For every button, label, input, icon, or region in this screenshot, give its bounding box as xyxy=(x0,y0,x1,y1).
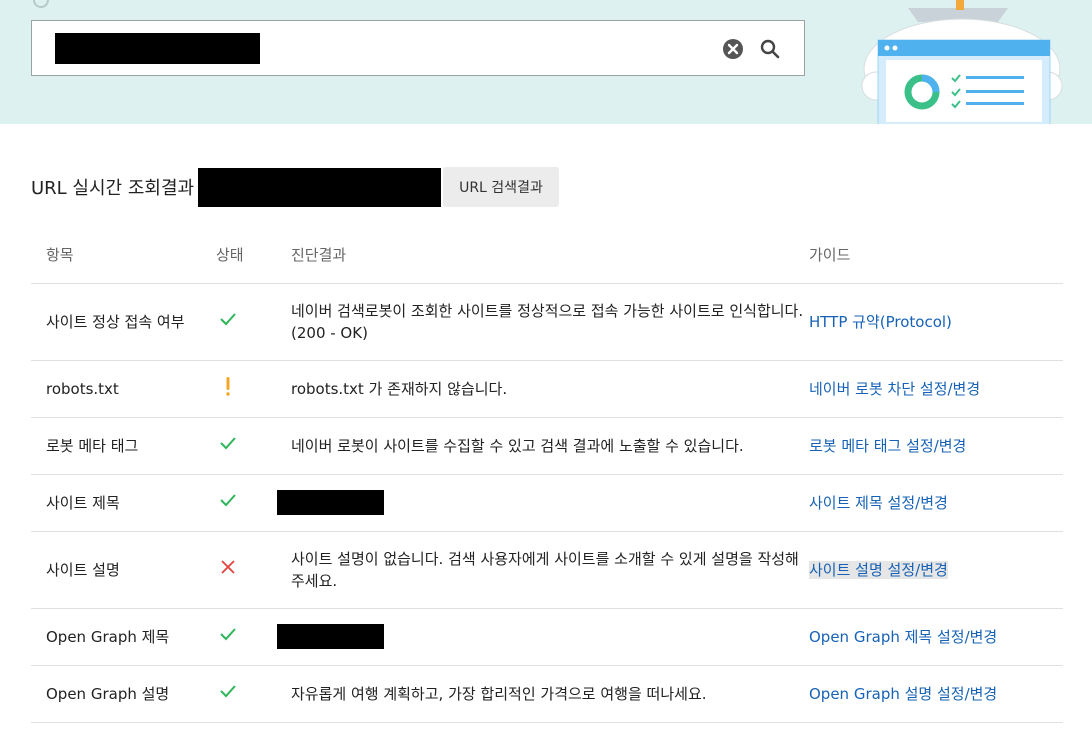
check-icon xyxy=(216,433,240,459)
item-label: Open Graph 설명 xyxy=(31,665,216,723)
check-icon xyxy=(216,681,240,707)
item-label: 로봇 메타 태그 xyxy=(31,417,216,475)
guide-link[interactable]: 사이트 제목 설정/변경 xyxy=(809,494,948,512)
guide-link[interactable]: Open Graph 제목 설정/변경 xyxy=(809,628,997,646)
header-result: 진단결과 xyxy=(291,226,809,284)
redacted-search-value xyxy=(55,33,260,64)
table-row: Open Graph 제목 Open Graph 제목 설정/변경 xyxy=(31,608,1063,666)
check-icon xyxy=(216,624,240,650)
results-table: 항목 상태 진단결과 가이드 사이트 정상 접속 여부 네이버 검색로봇이 조회… xyxy=(31,226,1063,723)
redacted-url xyxy=(198,167,442,207)
guide-link[interactable]: 로봇 메타 태그 설정/변경 xyxy=(809,437,966,455)
page-title: URL 실시간 조회결과 xyxy=(31,178,195,199)
redacted-og-title xyxy=(277,624,384,649)
warning-icon xyxy=(216,376,240,402)
url-search-results-button[interactable]: URL 검색결과 xyxy=(443,167,559,207)
header-item: 항목 xyxy=(31,226,216,284)
monitor-illustration xyxy=(858,0,1068,124)
check-icon xyxy=(216,490,240,516)
result-text xyxy=(277,474,809,532)
results-header: URL 실시간 조회결과 URL 검색결과 xyxy=(31,166,559,208)
guide-link[interactable]: 사이트 설명 설정/변경 xyxy=(809,560,948,579)
hero-banner xyxy=(0,0,1092,124)
redacted-site-title xyxy=(277,490,384,515)
table-row: 로봇 메타 태그 네이버 로봇이 사이트를 수집할 수 있고 검색 결과에 노출… xyxy=(31,417,1063,475)
table-row: Open Graph 설명 자유롭게 여행 계획하고, 가장 합리적인 가격으로… xyxy=(31,665,1063,723)
table-row: robots.txt robots.txt 가 존재하지 않습니다. 네이버 로… xyxy=(31,360,1063,418)
result-text: robots.txt 가 존재하지 않습니다. xyxy=(291,360,809,418)
decorative-circle xyxy=(33,0,49,8)
result-text: 자유롭게 여행 계획하고, 가장 합리적인 가격으로 여행을 떠나세요. xyxy=(291,665,809,723)
clear-icon[interactable] xyxy=(723,39,743,59)
item-label: 사이트 설명 xyxy=(31,531,216,609)
guide-link[interactable]: Open Graph 설명 설정/변경 xyxy=(809,685,997,703)
header-guide: 가이드 xyxy=(809,226,1063,284)
table-header-row: 항목 상태 진단결과 가이드 xyxy=(31,226,1063,284)
result-text: 사이트 설명이 없습니다. 검색 사용자에게 사이트를 소개할 수 있게 설명을… xyxy=(291,531,809,609)
item-label: robots.txt xyxy=(31,360,216,418)
search-box[interactable] xyxy=(31,20,805,76)
item-label: 사이트 제목 xyxy=(31,474,216,532)
table-row: 사이트 제목 사이트 제목 설정/변경 xyxy=(31,474,1063,532)
table-row: 사이트 설명 사이트 설명이 없습니다. 검색 사용자에게 사이트를 소개할 수… xyxy=(31,531,1063,609)
guide-link[interactable]: HTTP 규약(Protocol) xyxy=(809,313,952,331)
x-icon xyxy=(216,557,240,583)
table-row: 사이트 정상 접속 여부 네이버 검색로봇이 조회한 사이트를 정상적으로 접속… xyxy=(31,283,1063,361)
guide-link[interactable]: 네이버 로봇 차단 설정/변경 xyxy=(809,380,980,398)
item-label: 사이트 정상 접속 여부 xyxy=(31,283,216,361)
result-text xyxy=(277,608,809,666)
search-icon[interactable] xyxy=(758,37,782,61)
header-status: 상태 xyxy=(216,226,291,284)
item-label: Open Graph 제목 xyxy=(31,608,216,666)
result-text: 네이버 로봇이 사이트를 수집할 수 있고 검색 결과에 노출할 수 있습니다. xyxy=(291,417,809,475)
result-text: 네이버 검색로봇이 조회한 사이트를 정상적으로 접속 가능한 사이트로 인식합… xyxy=(291,283,809,361)
check-icon xyxy=(216,309,240,335)
